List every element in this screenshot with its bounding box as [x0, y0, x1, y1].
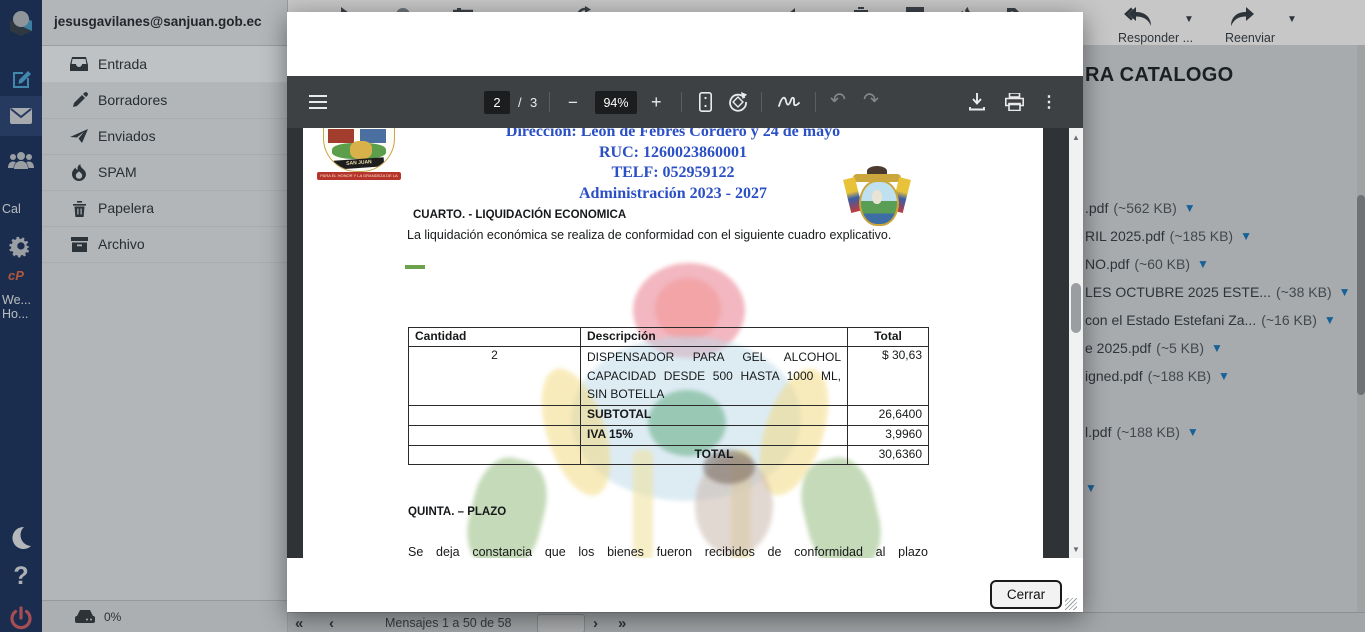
watermark-leaves-left-shape	[459, 451, 556, 558]
rotate-icon[interactable]	[727, 91, 749, 113]
table-cell-empty	[409, 406, 581, 426]
doc-section4-title: CUARTO. - LIQUIDACIÓN ECONOMICA	[413, 209, 626, 221]
undo-icon[interactable]: ↶	[830, 89, 846, 112]
pdf-more-options-kebab-icon[interactable]: ⋮	[1042, 91, 1056, 113]
pdf-scrollbar[interactable]: ▲ ▼	[1069, 128, 1083, 558]
scroll-up-arrow-icon[interactable]: ▲	[1069, 130, 1083, 144]
table-cell-subtotal-label: SUBTOTAL	[581, 406, 848, 426]
doc-header-line: RUC: 1260023860001	[303, 144, 1043, 162]
pdf-page-separator: /	[518, 95, 522, 110]
doc-header-line: Dirección: Leon de Febres Cordero y 24 d…	[303, 128, 1043, 141]
table-cell-total-value: 30,6360	[848, 446, 929, 465]
doc-header-line: TELF: 052959122	[303, 164, 1043, 182]
doc-section5-text: Se deja constancia que los bienes fueron…	[408, 545, 928, 558]
app-screen: Cal cP We... Ho... ? jesusgavilanes@sanj…	[0, 0, 1365, 632]
table-cell-empty	[409, 426, 581, 446]
doc-liquidation-table: Cantidad Descripción Total 2 DISPENSADOR…	[408, 327, 929, 465]
pdf-scrollbar-thumb[interactable]	[1071, 283, 1081, 333]
pdf-preview-dialog: 2 / 3 − 94% + ↶ ↷	[287, 12, 1083, 612]
table-cell-iva-value: 3,9960	[848, 426, 929, 446]
zoom-level-value[interactable]: 94%	[595, 91, 637, 114]
dialog-footer: Cerrar	[287, 558, 1083, 612]
pdf-viewer-area: SAN JUAN PARA EL HONOR Y LA GRANDEZA DE …	[287, 128, 1083, 558]
zoom-in-button[interactable]: +	[651, 92, 662, 113]
pdf-page-input[interactable]: 2	[484, 91, 510, 114]
watermark-column-left-shape	[633, 450, 653, 558]
table-header-total: Total	[848, 328, 929, 347]
toolbar-divider	[761, 92, 762, 112]
toolbar-divider	[681, 92, 682, 112]
doc-section5-title: QUINTA. – PLAZO	[408, 506, 506, 518]
table-cell-total-label: TOTAL	[581, 446, 848, 465]
redo-icon[interactable]: ↷	[863, 89, 879, 112]
dialog-resize-handle[interactable]	[1065, 598, 1077, 610]
doc-header-line: Administración 2023 - 2027	[303, 185, 1043, 203]
pdf-page: SAN JUAN PARA EL HONOR Y LA GRANDEZA DE …	[303, 128, 1043, 558]
table-header-descripcion: Descripción	[581, 328, 848, 347]
download-icon[interactable]	[966, 91, 988, 113]
pdf-page-total: 3	[530, 95, 537, 110]
table-cell-descripcion: DISPENSADOR PARA GEL ALCOHOL CAPACIDAD D…	[581, 347, 848, 406]
doc-green-mark	[405, 265, 425, 269]
table-cell-empty	[409, 446, 581, 465]
table-cell-subtotal-value: 26,6400	[848, 406, 929, 426]
pdf-toolbar: 2 / 3 − 94% + ↶ ↷	[287, 76, 1083, 128]
close-dialog-button[interactable]: Cerrar	[990, 580, 1062, 609]
scroll-down-arrow-icon[interactable]: ▼	[1069, 542, 1083, 556]
pdf-menu-hamburger-icon[interactable]	[307, 91, 329, 113]
table-header-cantidad: Cantidad	[409, 328, 581, 347]
fit-to-page-icon[interactable]	[695, 91, 715, 113]
draw-annotate-icon[interactable]	[777, 91, 801, 113]
toolbar-divider	[815, 92, 816, 112]
table-cell-cantidad: 2	[409, 347, 581, 406]
toolbar-divider	[549, 92, 550, 112]
table-cell-iva-label: IVA 15%	[581, 426, 848, 446]
zoom-out-button[interactable]: −	[568, 93, 578, 113]
print-icon[interactable]	[1003, 91, 1025, 113]
table-cell-total: $ 30,63	[848, 347, 929, 406]
doc-section4-text: La liquidación económica se realiza de c…	[407, 228, 941, 242]
